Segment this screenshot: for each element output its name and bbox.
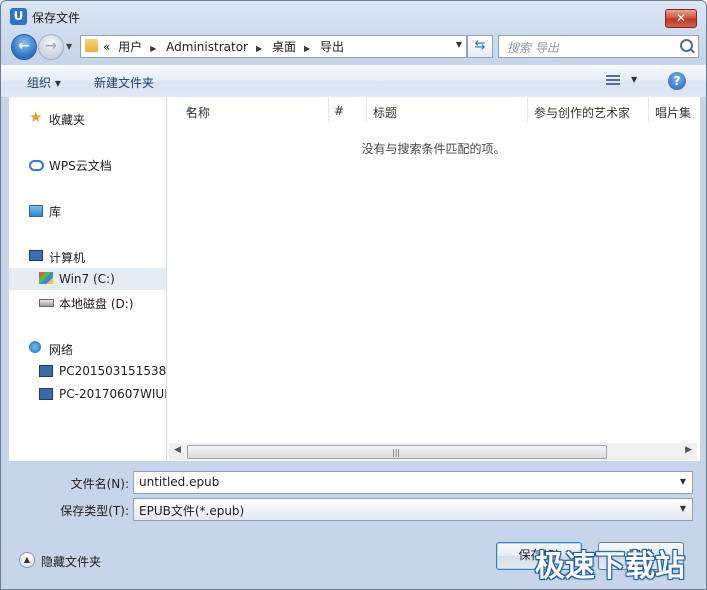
sidebar-item-favorites[interactable]: ★ 收藏夹 <box>9 107 166 129</box>
sidebar-item-local-disk-d[interactable]: 本地磁盘 (D:) <box>9 291 166 313</box>
command-toolbar: 组织 ▾ 新建文件夹 ▼ ? <box>1 65 706 98</box>
hard-disk-icon <box>39 299 54 307</box>
sidebar-item-network[interactable]: 网络 <box>9 337 166 359</box>
forward-button[interactable]: → <box>38 34 64 60</box>
breadcrumb: « 用户 ▶ Administrator ▶ 桌面 ▶ 导出 <box>103 38 348 55</box>
sidebar-item-label: 本地磁盘 (D:) <box>59 297 134 311</box>
column-header-name[interactable]: 名称 ▲ <box>180 97 329 122</box>
organize-menu[interactable]: 组织 ▾ <box>27 74 61 91</box>
chevron-right-icon[interactable]: ▶ <box>150 44 156 53</box>
breadcrumb-overflow[interactable]: « <box>103 40 110 54</box>
filetype-value: EPUB文件(*.epub) <box>139 504 245 518</box>
cloud-icon <box>29 160 44 171</box>
file-list-pane: 名称 ▲ # 标题 参与创作的艺术家 唱片集 没有与搜索条件匹配的项。 ◀ ||… <box>167 97 700 461</box>
close-button[interactable]: ✕ <box>665 9 697 28</box>
breadcrumb-export[interactable]: 导出 <box>320 40 344 54</box>
column-header-album[interactable]: 唱片集 <box>649 97 700 122</box>
star-icon: ★ <box>29 108 43 126</box>
title-bar: U 保存文件 ✕ <box>1 1 706 33</box>
search-placeholder: 搜索 导出 <box>507 41 559 55</box>
horizontal-scrollbar[interactable]: ◀ ||| ▶ <box>169 443 697 460</box>
views-icon[interactable] <box>606 75 620 87</box>
column-header-contributing-artists[interactable]: 参与创作的艺术家 <box>528 97 649 122</box>
column-header-number[interactable]: # <box>328 97 367 122</box>
chevron-right-icon[interactable]: ▶ <box>256 44 262 53</box>
window-title: 保存文件 <box>32 11 81 25</box>
app-icon: U <box>10 8 27 25</box>
network-computer-icon <box>39 365 53 377</box>
back-button[interactable]: ← <box>11 34 37 60</box>
scroll-left-icon[interactable]: ◀ <box>174 445 181 455</box>
sidebar-item-label: 网络 <box>49 343 74 357</box>
filetype-label: 保存类型(T): <box>60 504 129 518</box>
column-headers: 名称 ▲ # 标题 参与创作的艺术家 唱片集 <box>167 97 700 122</box>
sort-ascending-icon: ▲ <box>186 104 193 113</box>
sidebar-item-label: PC201503151538 <box>59 364 167 378</box>
sidebar-item-win7-c[interactable]: Win7 (C:) <box>9 268 166 290</box>
breadcrumb-administrator[interactable]: Administrator <box>166 40 248 54</box>
column-header-label: 标题 <box>373 106 398 120</box>
column-header-label: 唱片集 <box>655 106 692 120</box>
watermark-text: 极速下载站 <box>535 549 685 584</box>
hide-folders-label: 隐藏文件夹 <box>41 555 102 569</box>
recent-locations-dropdown-icon[interactable]: ▼ <box>66 42 72 51</box>
empty-message: 没有与搜索条件匹配的项。 <box>361 142 506 156</box>
save-file-dialog: U 保存文件 ✕ ← → ▼ « 用户 ▶ Administrator ▶ 桌面 ▶ … <box>0 0 707 590</box>
views-dropdown-icon[interactable]: ▼ <box>631 75 637 84</box>
chevron-down-icon[interactable]: ▼ <box>456 40 462 49</box>
network-icon <box>29 341 41 353</box>
chevron-down-icon[interactable]: ▼ <box>680 477 686 486</box>
chevron-right-icon[interactable]: ▶ <box>304 44 310 53</box>
scrollbar-thumb[interactable]: ||| <box>187 445 607 459</box>
filetype-select[interactable]: EPUB文件(*.epub) ▼ <box>133 498 693 521</box>
network-computer-icon <box>39 388 53 400</box>
grip-icon: ||| <box>392 448 401 457</box>
address-bar[interactable]: « 用户 ▶ Administrator ▶ 桌面 ▶ 导出 ▼ <box>80 35 467 58</box>
sidebar-item-computer[interactable]: 计算机 <box>9 245 166 267</box>
filename-label: 文件名(N): <box>70 477 129 491</box>
sidebar-item-label: Win7 (C:) <box>59 272 115 286</box>
sidebar-item-pc201503151538[interactable]: PC201503151538 <box>9 360 166 382</box>
help-icon[interactable]: ? <box>668 72 686 90</box>
sidebar-item-label: 库 <box>49 205 62 219</box>
column-header-label: 参与创作的艺术家 <box>534 106 631 120</box>
filename-field[interactable]: untitled.epub ▼ <box>133 471 693 494</box>
sidebar-item-label: 收藏夹 <box>49 113 86 127</box>
sidebar-item-pc-20170607wiun[interactable]: PC-20170607WIUN <box>9 383 166 405</box>
breadcrumb-desktop[interactable]: 桌面 <box>272 40 296 54</box>
chevron-up-icon: ▲ <box>19 552 35 568</box>
folder-icon <box>85 39 98 52</box>
sidebar-item-libraries[interactable]: 库 <box>9 199 166 221</box>
new-folder-button[interactable]: 新建文件夹 <box>94 74 154 91</box>
search-input[interactable]: 搜索 导出 <box>498 35 699 58</box>
column-header-label: # <box>334 104 345 118</box>
scroll-right-icon[interactable]: ▶ <box>685 445 692 455</box>
navigation-pane: ★ 收藏夹 WPS云文档 库 计算机 Win7 (C:) 本地磁盘 (D:) 网… <box>9 97 167 461</box>
navigation-bar: ← → ▼ « 用户 ▶ Administrator ▶ 桌面 ▶ 导出 ▼ ⇆ 搜索… <box>1 33 706 61</box>
column-header-title[interactable]: 标题 <box>367 97 528 122</box>
refresh-button[interactable]: ⇆ <box>467 35 493 58</box>
sidebar-item-label: WPS云文档 <box>49 159 112 173</box>
library-icon <box>29 205 43 217</box>
windows-drive-icon <box>39 272 53 284</box>
computer-icon <box>29 250 43 261</box>
filename-value: untitled.epub <box>139 475 220 489</box>
sidebar-item-label: 计算机 <box>49 251 86 265</box>
chevron-down-icon[interactable]: ▼ <box>680 504 686 513</box>
breadcrumb-users[interactable]: 用户 <box>118 40 142 54</box>
search-icon[interactable] <box>680 39 693 52</box>
sidebar-item-wps-cloud[interactable]: WPS云文档 <box>9 153 166 175</box>
sidebar-item-label: PC-20170607WIUN <box>59 387 167 401</box>
